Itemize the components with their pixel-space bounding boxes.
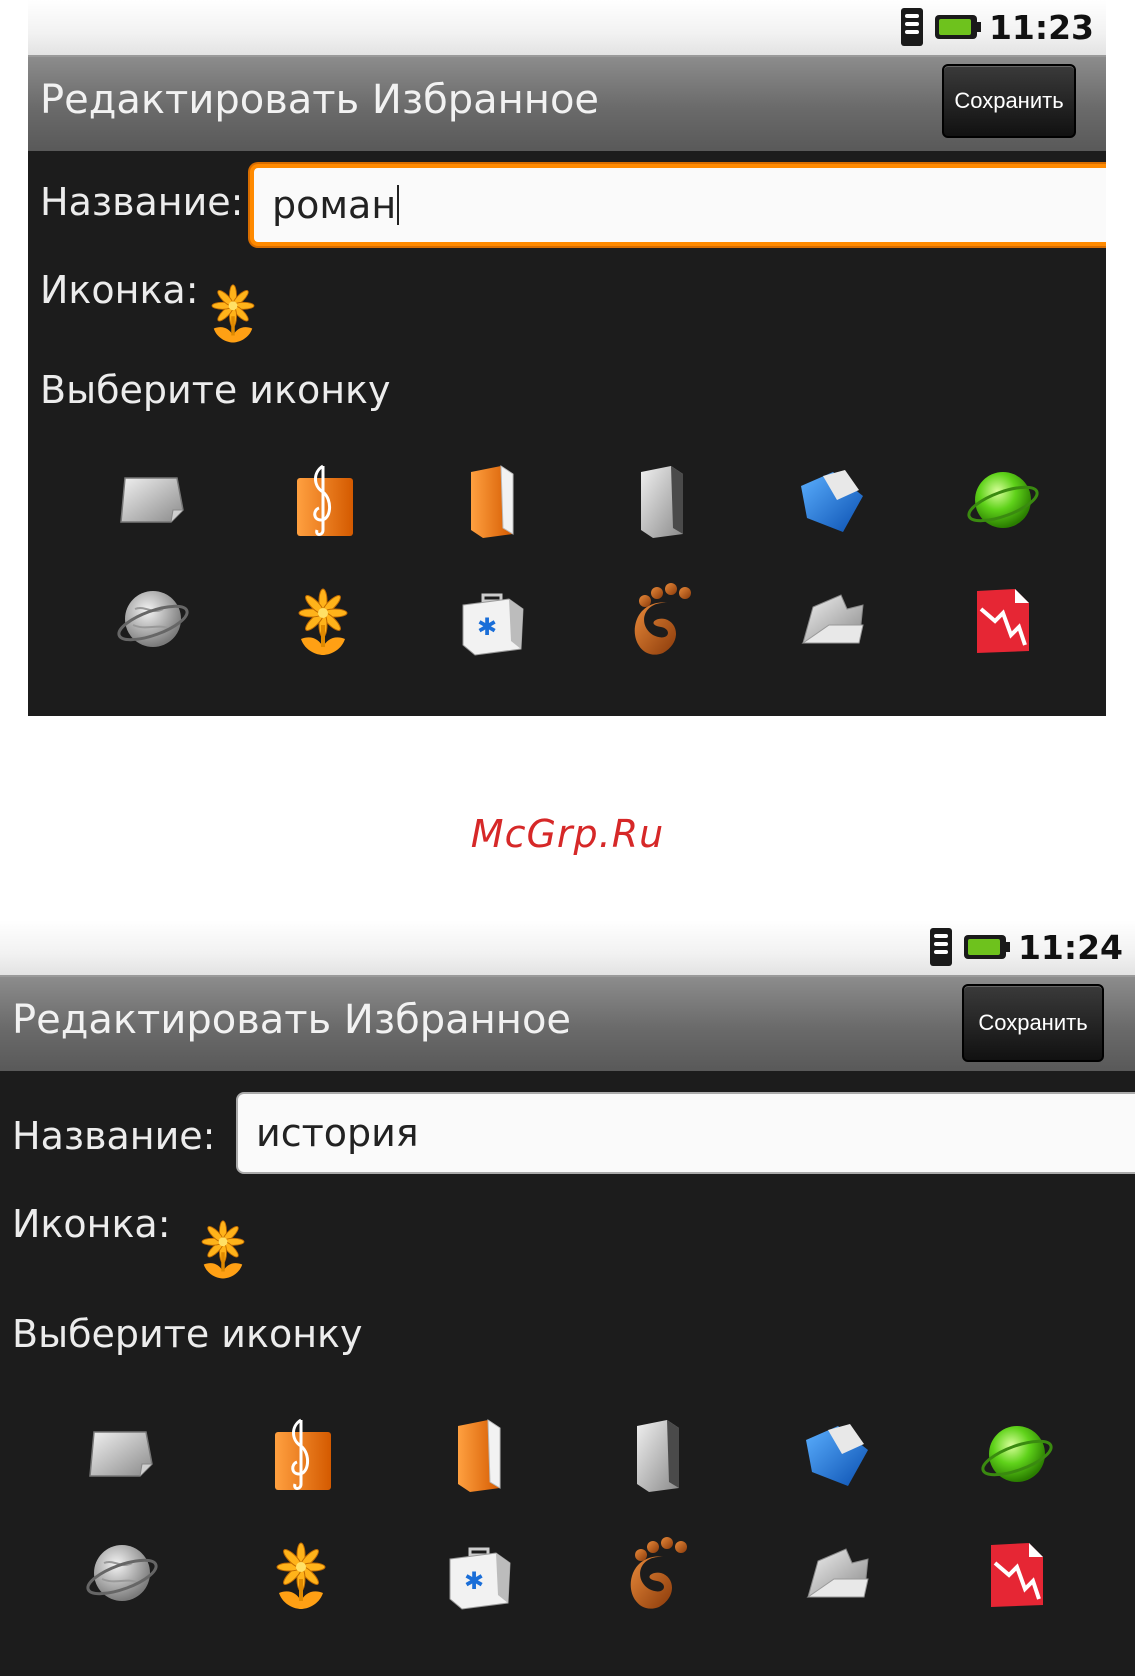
flower-icon[interactable] [283, 579, 363, 659]
book-orange-icon[interactable] [440, 1414, 520, 1494]
save-button[interactable]: Сохранить [942, 64, 1076, 138]
name-input[interactable]: роман [250, 164, 1106, 246]
title-bar: Редактировать Избранное Сохранить [28, 57, 1106, 151]
globe-green-icon[interactable] [963, 460, 1043, 540]
watermark: McGrp.Ru [470, 812, 665, 856]
folder-blue-icon[interactable] [793, 460, 873, 540]
book-grey-icon[interactable] [619, 1414, 699, 1494]
icon-grid [68, 440, 1088, 678]
clock: 11:23 [988, 7, 1094, 47]
screen-2: 11:24 Редактировать Избранное Сохранить … [0, 920, 1135, 1676]
page-title: Редактировать Избранное [40, 77, 600, 123]
save-button[interactable]: Сохранить [962, 984, 1104, 1062]
name-input-value: роман [272, 183, 397, 227]
folder-blue-icon[interactable] [798, 1414, 878, 1494]
choose-icon-heading: Выберите иконку [40, 368, 391, 412]
status-bar: 11:24 [0, 920, 1135, 977]
flower-icon[interactable] [261, 1533, 341, 1613]
pdf-icon[interactable] [963, 579, 1043, 659]
signal-icon [929, 928, 952, 966]
choose-icon-heading: Выберите иконку [12, 1312, 363, 1356]
gnome-foot-icon[interactable] [623, 579, 703, 659]
icon-label: Иконка: [40, 268, 199, 312]
battery-icon [934, 15, 981, 39]
folder-open-icon[interactable] [798, 1533, 878, 1613]
name-input[interactable]: история [236, 1092, 1135, 1174]
status-bar: 11:23 [28, 0, 1106, 57]
book-orange-icon[interactable] [453, 460, 533, 540]
book-grey-icon[interactable] [623, 460, 703, 540]
icon-grid [32, 1394, 1107, 1632]
globe-grey-icon[interactable] [82, 1533, 162, 1613]
music-icon[interactable] [261, 1414, 341, 1494]
icon-label: Иконка: [12, 1202, 171, 1246]
bag-icon[interactable] [440, 1533, 520, 1613]
name-input-value: история [256, 1111, 419, 1155]
screen-1: 11:23 Редактировать Избранное Сохранить … [28, 0, 1106, 716]
signal-icon [900, 8, 923, 46]
page-title: Редактировать Избранное [12, 997, 572, 1043]
folder-open-icon[interactable] [793, 579, 873, 659]
bag-icon[interactable] [453, 579, 533, 659]
clock: 11:24 [1017, 927, 1123, 967]
pdf-icon[interactable] [977, 1533, 1057, 1613]
folder-grey-icon[interactable] [82, 1414, 162, 1494]
globe-green-icon[interactable] [977, 1414, 1057, 1494]
battery-icon [963, 935, 1010, 959]
name-label: Название: [12, 1114, 216, 1158]
flower-icon [188, 1212, 258, 1282]
gnome-foot-icon[interactable] [619, 1533, 699, 1613]
title-bar: Редактировать Избранное Сохранить [0, 977, 1135, 1071]
name-label: Название: [40, 180, 244, 224]
text-caret [397, 185, 400, 225]
flower-icon [198, 276, 268, 346]
music-icon[interactable] [283, 460, 363, 540]
folder-grey-icon[interactable] [113, 460, 193, 540]
globe-grey-icon[interactable] [113, 579, 193, 659]
